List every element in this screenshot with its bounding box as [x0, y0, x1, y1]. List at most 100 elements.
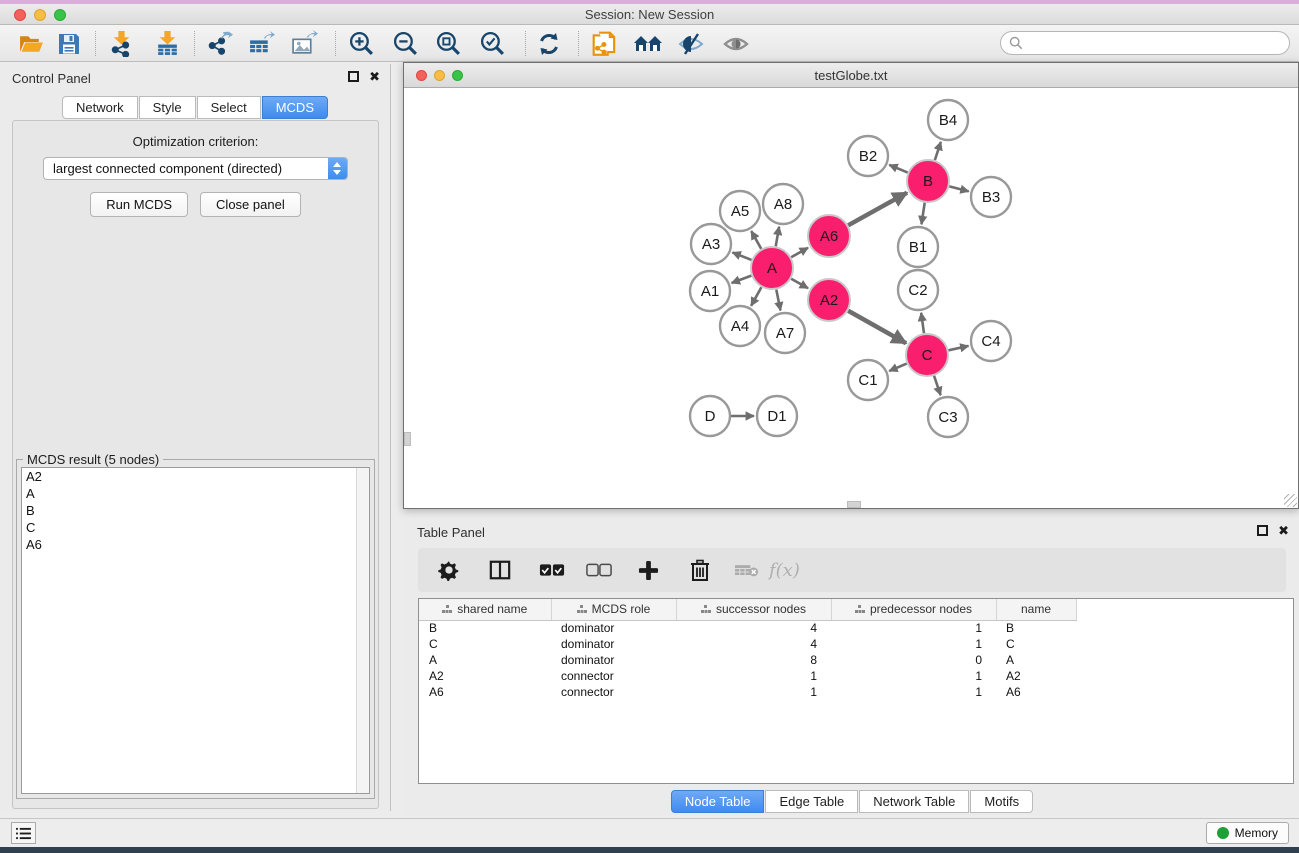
result-list-scrollbar[interactable]: [356, 468, 369, 793]
table-cell[interactable]: A6: [419, 684, 551, 700]
tab-select[interactable]: Select: [197, 96, 261, 119]
window-resize-grip[interactable]: [1284, 494, 1297, 507]
network-window-titlebar[interactable]: testGlobe.txt: [404, 63, 1298, 88]
open-file-button[interactable]: [12, 26, 50, 61]
table-cell[interactable]: 1: [831, 684, 996, 700]
table-cell[interactable]: dominator: [551, 636, 676, 652]
column-header-shared-name[interactable]: shared name: [419, 599, 551, 620]
delete-table-button[interactable]: [727, 551, 765, 589]
table-row[interactable]: Adominator80A: [419, 652, 1076, 668]
table-cell[interactable]: 1: [676, 668, 831, 684]
table-cell[interactable]: connector: [551, 684, 676, 700]
export-table-button[interactable]: [242, 26, 280, 61]
mcds-result-item[interactable]: B: [22, 502, 369, 519]
graph-node-A8[interactable]: A8: [763, 184, 803, 224]
search-field[interactable]: [1000, 31, 1290, 55]
graph-node-B1[interactable]: B1: [898, 227, 938, 267]
zoom-in-button[interactable]: [342, 26, 380, 61]
export-network-button[interactable]: [200, 26, 238, 61]
graph-node-A6[interactable]: A6: [808, 215, 850, 257]
tab-network-table[interactable]: Network Table: [859, 790, 969, 813]
run-mcds-button[interactable]: Run MCDS: [90, 192, 188, 217]
tab-style[interactable]: Style: [139, 96, 196, 119]
table-cell[interactable]: B: [419, 620, 551, 636]
close-panel-button[interactable]: Close panel: [200, 192, 301, 217]
table-cell[interactable]: connector: [551, 668, 676, 684]
graph-node-A3[interactable]: A3: [691, 224, 731, 264]
table-cell[interactable]: 1: [831, 620, 996, 636]
save-session-button[interactable]: [50, 26, 88, 61]
table-cell[interactable]: 4: [676, 620, 831, 636]
function-builder-button[interactable]: f(x): [769, 560, 800, 581]
canvas-horizontal-scrollbar[interactable]: [847, 501, 861, 508]
table-cell[interactable]: C: [419, 636, 551, 652]
clone-network-button[interactable]: [586, 26, 624, 61]
task-history-button[interactable]: [11, 822, 36, 844]
optimization-criterion-select[interactable]: largest connected component (directed): [43, 157, 348, 180]
column-header-predecessor-nodes[interactable]: predecessor nodes: [831, 599, 996, 620]
hide-graphics-button[interactable]: [672, 26, 710, 61]
show-column-button[interactable]: [481, 551, 519, 589]
column-header-MCDS-role[interactable]: MCDS role: [551, 599, 676, 620]
table-row[interactable]: A6connector11A6: [419, 684, 1076, 700]
table-cell[interactable]: 1: [831, 668, 996, 684]
table-row[interactable]: Bdominator41B: [419, 620, 1076, 636]
table-row[interactable]: Cdominator41C: [419, 636, 1076, 652]
search-input[interactable]: [1027, 36, 1289, 50]
graph-node-B[interactable]: B: [907, 160, 949, 202]
table-cell[interactable]: 4: [676, 636, 831, 652]
float-panel-icon[interactable]: [1257, 525, 1268, 536]
mcds-result-item[interactable]: C: [22, 519, 369, 536]
table-cell[interactable]: A6: [996, 684, 1076, 700]
table-cell[interactable]: 8: [676, 652, 831, 668]
close-panel-icon[interactable]: ✖: [1278, 525, 1289, 536]
refresh-view-button[interactable]: [530, 26, 568, 61]
graph-node-A2[interactable]: A2: [808, 279, 850, 321]
graph-node-B3[interactable]: B3: [971, 177, 1011, 217]
float-panel-icon[interactable]: [348, 71, 359, 82]
table-cell[interactable]: C: [996, 636, 1076, 652]
graph-node-D1[interactable]: D1: [757, 396, 797, 436]
mcds-result-item[interactable]: A2: [22, 468, 369, 485]
table-cell[interactable]: A2: [996, 668, 1076, 684]
mcds-result-item[interactable]: A6: [22, 536, 369, 553]
graph-node-C[interactable]: C: [906, 334, 948, 376]
select-all-columns-button[interactable]: [533, 551, 571, 589]
column-header-name[interactable]: name: [996, 599, 1076, 620]
delete-column-button[interactable]: [681, 551, 719, 589]
graph-node-C4[interactable]: C4: [971, 321, 1011, 361]
graph-node-C1[interactable]: C1: [848, 360, 888, 400]
canvas-vertical-scrollbar[interactable]: [404, 432, 411, 446]
mcds-result-list[interactable]: A2ABCA6: [21, 467, 370, 794]
table-cell[interactable]: B: [996, 620, 1076, 636]
table-cell[interactable]: 0: [831, 652, 996, 668]
graph-node-A5[interactable]: A5: [720, 191, 760, 231]
tab-motifs[interactable]: Motifs: [970, 790, 1033, 813]
table-row[interactable]: A2connector11A2: [419, 668, 1076, 684]
zoom-out-button[interactable]: [386, 26, 424, 61]
table-settings-button[interactable]: [430, 551, 468, 589]
export-image-button[interactable]: [285, 26, 323, 61]
tab-mcds[interactable]: MCDS: [262, 96, 328, 119]
home-view-button[interactable]: [629, 26, 667, 61]
create-column-button[interactable]: [629, 551, 667, 589]
zoom-fit-button[interactable]: [429, 26, 467, 61]
close-panel-icon[interactable]: ✖: [369, 71, 380, 82]
graph-node-B2[interactable]: B2: [848, 136, 888, 176]
table-cell[interactable]: 1: [831, 636, 996, 652]
table-cell[interactable]: A: [419, 652, 551, 668]
tab-edge-table[interactable]: Edge Table: [765, 790, 858, 813]
tab-node-table[interactable]: Node Table: [671, 790, 765, 813]
table-cell[interactable]: A: [996, 652, 1076, 668]
import-network-button[interactable]: [102, 26, 140, 61]
graph-node-C2[interactable]: C2: [898, 270, 938, 310]
table-cell[interactable]: dominator: [551, 620, 676, 636]
graph-node-A1[interactable]: A1: [690, 271, 730, 311]
show-graphics-button[interactable]: [717, 26, 755, 61]
column-header-successor-nodes[interactable]: successor nodes: [676, 599, 831, 620]
graph-node-A[interactable]: A: [751, 247, 793, 289]
zoom-selected-button[interactable]: [473, 26, 511, 61]
graph-node-D[interactable]: D: [690, 396, 730, 436]
graph-node-B4[interactable]: B4: [928, 100, 968, 140]
graph-node-A7[interactable]: A7: [765, 313, 805, 353]
